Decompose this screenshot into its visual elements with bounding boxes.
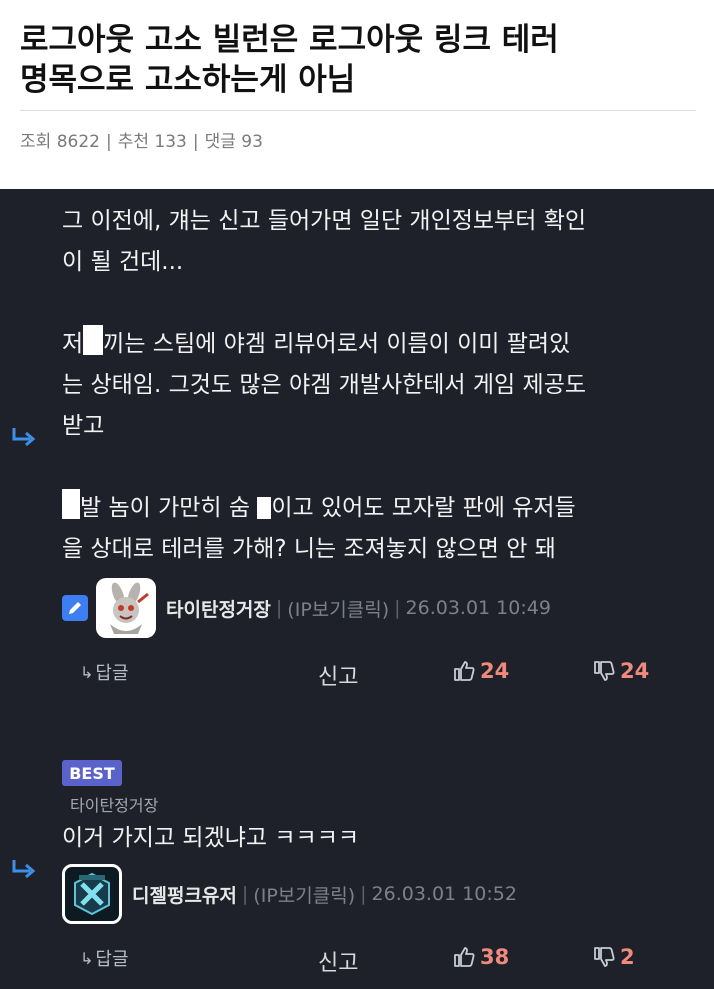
- comment-date: 26.03.01 10:49: [405, 597, 551, 619]
- report-button[interactable]: 신고: [318, 659, 358, 691]
- header-divider: [20, 110, 696, 111]
- report-button[interactable]: 신고: [318, 945, 358, 977]
- recommend-count: 133: [154, 132, 187, 152]
- comment-line: 는 상태임. 그것도 많은 야겜 개발사한테서 게임 제공도: [62, 372, 587, 398]
- comment-list: ▔▔▔▔▔▔▔▔▔▔▔▔ 그 이전에, 걔는 신고 들어가면 일단 개인정보부터…: [0, 189, 714, 989]
- meta-separator: |: [275, 597, 283, 619]
- upvote-button[interactable]: 24: [452, 659, 509, 683]
- comment-actions: ↳ 답글 신고 38 2: [0, 945, 714, 981]
- downvote-button[interactable]: 2: [592, 945, 635, 969]
- upvote-count: 38: [480, 945, 510, 969]
- comment-line: 이거 가지고 되겠냐고 ㅋㅋㅋㅋ: [62, 825, 360, 851]
- redacted-block: [62, 489, 80, 519]
- upvote-count: 24: [480, 659, 510, 683]
- views-label: 조회: [20, 132, 52, 152]
- comment-body: 이거 가지고 되겠냐고 ㅋㅋㅋㅋ: [62, 818, 359, 859]
- post-stats: 조회 8622 | 추천 133 | 댓글 93: [20, 127, 263, 152]
- reply-arrow-icon: ↳: [80, 948, 94, 968]
- comment-line-blank: [62, 447, 586, 488]
- thumbs-up-icon: [454, 661, 475, 681]
- comment-line-blank: [62, 283, 586, 324]
- meta-separator: |: [360, 883, 367, 905]
- ip-link[interactable]: (IP보기클릭): [253, 881, 355, 908]
- reply-label: 답글: [95, 663, 129, 684]
- post-title-line-1: 로그아웃 고소 빌런은 로그아웃 링크 테러: [20, 22, 559, 58]
- comment-line: 발 놈이 가만히 숨 이고 있어도 모자랄 판에 유저들: [62, 488, 586, 529]
- comment-meta: 타이탄정거장 | (IP보기클릭) | 26.03.01 10:49: [62, 578, 551, 638]
- downvote-button[interactable]: 24: [592, 659, 649, 683]
- views-count: 8622: [56, 132, 100, 152]
- post-title-line-2: 명목으로 고소하는게 아님: [20, 62, 356, 98]
- comments-count: 93: [241, 132, 263, 152]
- cartoon-bunny-icon: [110, 582, 149, 634]
- comment-meta: 디젤펑크유저 | (IP보기클릭) | 26.03.01 10:52: [62, 864, 517, 924]
- comment-line: 을 상대로 테러를 가해? 니는 조져놓지 않으면 안 돼: [62, 536, 556, 562]
- xcom-emblem-icon: [74, 872, 110, 916]
- post-title: 로그아웃 고소 빌런은 로그아웃 링크 테러 명목으로 고소하는게 아님: [20, 20, 700, 100]
- reply-arrow-icon: [12, 428, 36, 447]
- comment-body: 그 이전에, 걔는 신고 들어가면 일단 개인정보부터 확인 이 될 건데...…: [62, 201, 586, 570]
- thumbs-down-icon: [594, 947, 615, 967]
- reply-arrow-icon: ↳: [80, 662, 94, 682]
- reply-arrow-icon: [12, 860, 36, 879]
- comment-author[interactable]: 디젤펑크유저: [132, 881, 237, 908]
- meta-separator: |: [394, 597, 401, 619]
- comment-date: 26.03.01 10:52: [371, 883, 517, 905]
- reply-label: 답글: [95, 949, 129, 970]
- thumbs-up-icon: [454, 947, 475, 967]
- recommend-label: 추천: [117, 132, 149, 152]
- comments-label: 댓글: [204, 132, 236, 152]
- comment-line: 받고: [62, 413, 105, 439]
- avatar[interactable]: [96, 578, 156, 638]
- avatar[interactable]: [62, 864, 122, 924]
- stats-separator: |: [192, 132, 199, 152]
- redacted-block: [83, 325, 104, 355]
- post-header: 로그아웃 고소 빌런은 로그아웃 링크 테러 명목으로 고소하는게 아님 조회 …: [0, 0, 714, 189]
- edit-icon: [62, 595, 88, 621]
- downvote-count: 2: [620, 945, 635, 969]
- comment-line: 그 이전에, 걔는 신고 들어가면 일단 개인정보부터 확인: [62, 208, 587, 234]
- meta-separator: |: [241, 883, 249, 905]
- best-badge: BEST: [62, 760, 122, 786]
- downvote-count: 24: [620, 659, 650, 683]
- comment-actions: ↳ 답글 신고 24 24: [0, 659, 714, 695]
- ip-link[interactable]: (IP보기클릭): [287, 595, 389, 622]
- upvote-button[interactable]: 38: [452, 945, 509, 969]
- clipped-text-fragment: ▔▔▔▔▔▔▔▔▔▔▔▔: [62, 189, 191, 193]
- redacted-block: [257, 497, 272, 519]
- comment-line: 이 될 건데...: [62, 249, 184, 275]
- thumbs-down-icon: [594, 661, 615, 681]
- reply-button[interactable]: ↳ 답글: [80, 945, 129, 971]
- comment-line: 저 끼는 스팀에 야겜 리뷰어로서 이름이 이미 팔려있: [62, 324, 586, 365]
- reply-button[interactable]: ↳ 답글: [80, 659, 129, 685]
- comment-author[interactable]: 타이탄정거장: [166, 595, 271, 622]
- stats-separator: |: [105, 132, 112, 152]
- reply-to-author[interactable]: 타이탄정거장: [70, 792, 158, 816]
